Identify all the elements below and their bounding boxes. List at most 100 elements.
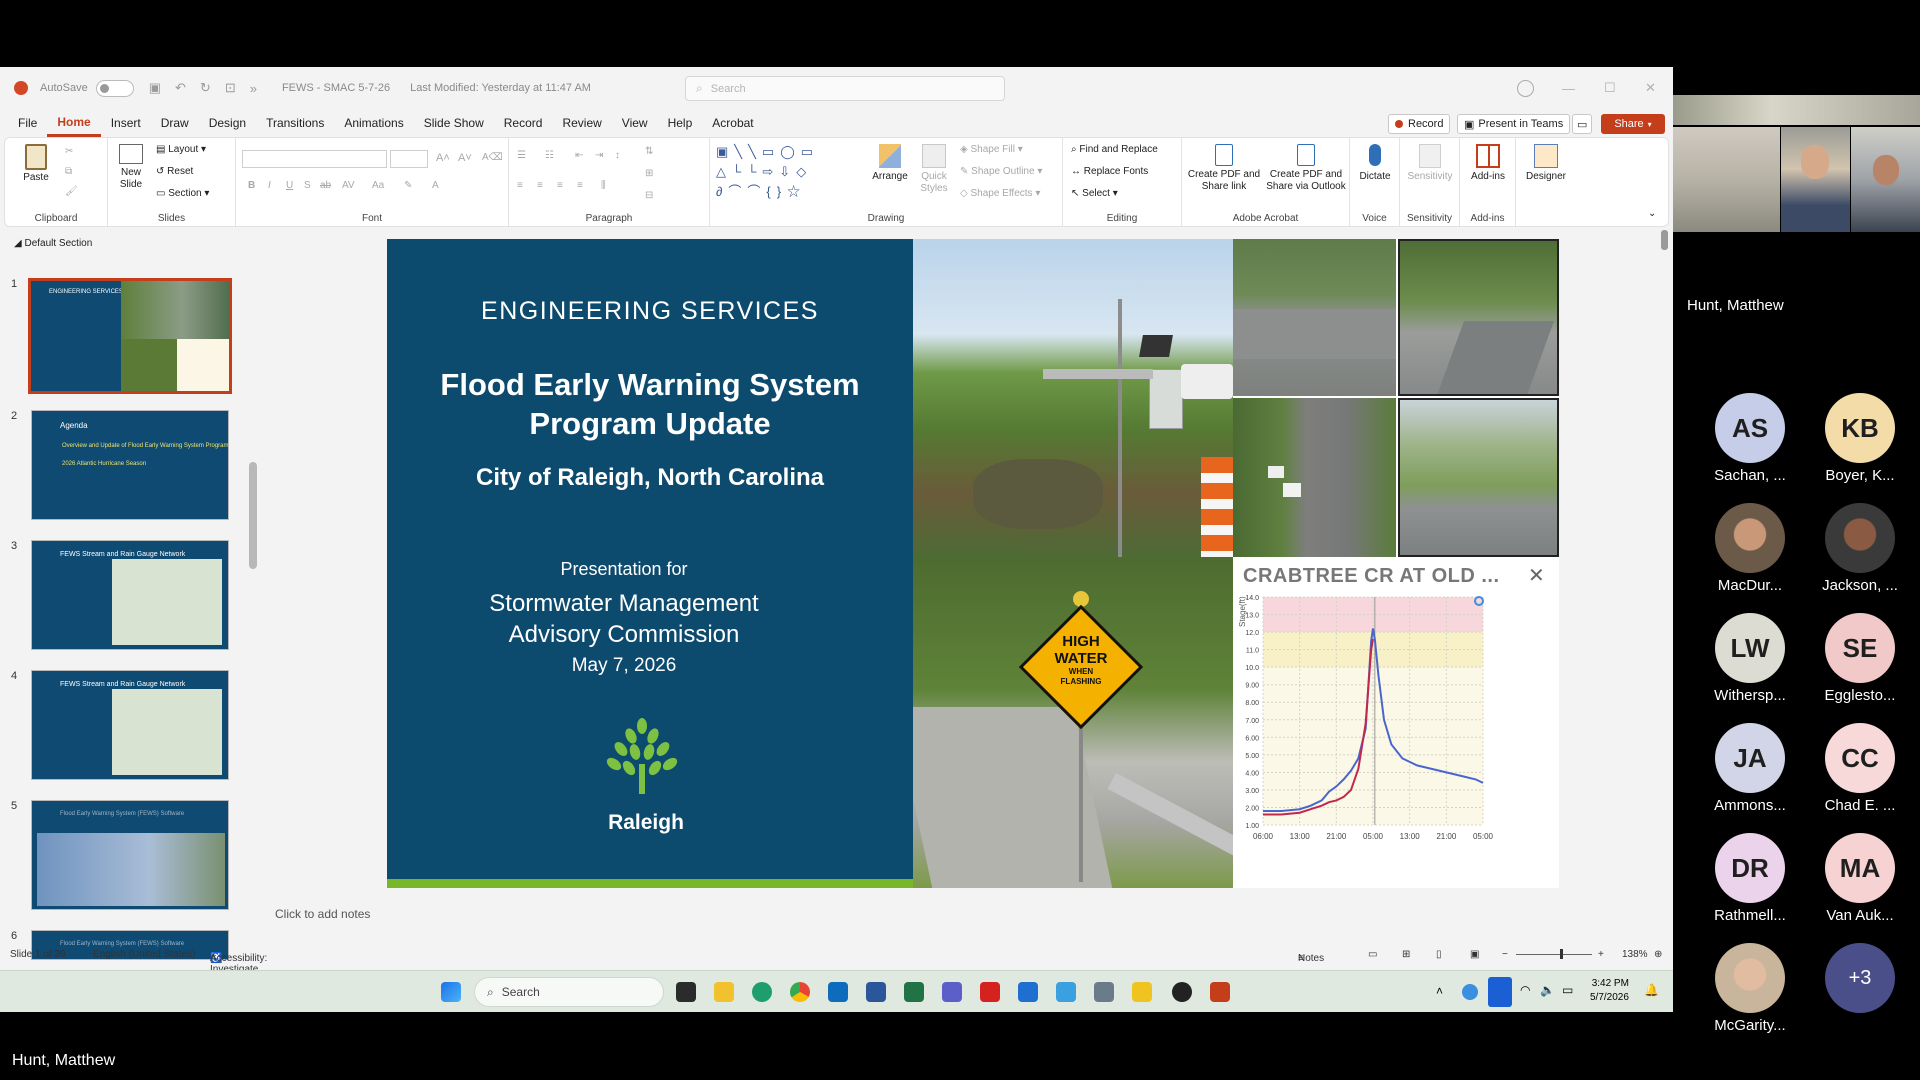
participant-tile[interactable]: MacDur... — [1695, 503, 1805, 594]
chrome-icon[interactable] — [790, 982, 810, 1002]
room-video-left[interactable] — [1673, 127, 1780, 232]
align-left-icon[interactable]: ≡ — [517, 180, 523, 191]
shape-outline-button[interactable]: ✎ Shape Outline ▾ — [960, 166, 1042, 177]
tab-transitions[interactable]: Transitions — [256, 109, 334, 137]
format-painter-icon[interactable]: 🖌 — [65, 186, 78, 197]
minimize-icon[interactable]: — — [1562, 67, 1575, 109]
decrease-font-icon[interactable]: A˅ — [458, 152, 472, 164]
slide-show-icon[interactable]: ▣ — [1470, 949, 1479, 960]
participant-tile[interactable]: MA Van Auk... — [1805, 833, 1915, 924]
battery-icon[interactable]: ▭ — [1562, 983, 1573, 997]
remote-desktop-icon[interactable] — [1018, 982, 1038, 1002]
language-indicator[interactable]: English (United States) — [93, 949, 195, 960]
zoom-thumb[interactable] — [1560, 949, 1563, 959]
shapes-gallery[interactable]: ▣╲╲▭◯▭ △└└⇨⇩◇ ∂⌒⌒{}☆ — [716, 142, 856, 202]
layout-button[interactable]: ▤ Layout ▾ — [156, 144, 206, 155]
align-center-icon[interactable]: ≡ — [537, 180, 543, 191]
tab-design[interactable]: Design — [199, 109, 256, 137]
align-text-icon[interactable]: ⊞ — [645, 168, 653, 179]
line-spacing-icon[interactable]: ↕ — [615, 150, 620, 161]
participant-video-right[interactable] — [1851, 127, 1920, 232]
start-menu-icon[interactable] — [441, 982, 461, 1002]
taskbar-search[interactable]: ⌕ Search — [474, 977, 664, 1007]
justify-icon[interactable]: ≡ — [577, 180, 583, 191]
tab-draw[interactable]: Draw — [151, 109, 199, 137]
notifications-icon[interactable]: 🔔 — [1644, 983, 1659, 997]
font-size-select[interactable] — [390, 150, 428, 168]
record-button[interactable]: Record — [1388, 114, 1451, 134]
slide-thumbnail-1[interactable]: ENGINEERING SERVICES — [28, 278, 232, 394]
volume-icon[interactable]: 🔈 — [1540, 983, 1555, 997]
slide-thumbnail-4[interactable]: FEWS Stream and Rain Gauge Network — [31, 670, 229, 780]
zoom-level[interactable]: 138% — [1622, 949, 1648, 960]
clear-formatting-icon[interactable]: A⌫ — [482, 152, 503, 163]
account-avatar-icon[interactable] — [1517, 80, 1534, 97]
tab-insert[interactable]: Insert — [101, 109, 151, 137]
participant-tile[interactable]: Jackson, ... — [1805, 503, 1915, 594]
tab-help[interactable]: Help — [658, 109, 703, 137]
autosave-toggle[interactable] — [95, 79, 134, 97]
slide-thumbnail-3[interactable]: FEWS Stream and Rain Gauge Network — [31, 540, 229, 650]
font-color-icon[interactable]: A — [432, 180, 439, 191]
teams-icon[interactable] — [942, 982, 962, 1002]
cut-icon[interactable]: ✂ — [65, 146, 73, 157]
smartart-icon[interactable]: ⊟ — [645, 190, 653, 201]
increase-font-icon[interactable]: A˄ — [436, 152, 450, 164]
collapse-ribbon-icon[interactable]: ⌄ — [1648, 208, 1656, 219]
sticky-notes-icon[interactable] — [1132, 982, 1152, 1002]
numbering-icon[interactable]: ☷ — [545, 150, 554, 161]
task-view-icon[interactable] — [676, 982, 696, 1002]
acrobat-icon[interactable] — [980, 982, 1000, 1002]
underline-icon[interactable]: U — [286, 180, 293, 191]
calculator-icon[interactable] — [1094, 982, 1114, 1002]
excel-icon[interactable] — [904, 982, 924, 1002]
shape-fill-button[interactable]: ◈ Shape Fill ▾ — [960, 144, 1023, 155]
comments-button[interactable]: ▭ — [1572, 114, 1593, 134]
zoom-slider[interactable] — [1516, 949, 1592, 959]
participant-tile[interactable]: KB Boyer, K... — [1805, 393, 1915, 484]
copy-icon[interactable]: ⧉ — [65, 166, 72, 177]
chatgpt-icon[interactable] — [1172, 982, 1192, 1002]
addins-button[interactable]: Add-ins — [1464, 144, 1512, 183]
show-hidden-icons[interactable]: ˄ — [1436, 984, 1443, 998]
onedrive-icon[interactable] — [1462, 984, 1478, 1000]
create-pdf-outlook-button[interactable]: Create PDF and Share via Outlook — [1264, 144, 1348, 193]
start-from-beginning-icon[interactable]: ⊡ — [225, 80, 236, 96]
dictate-button[interactable]: Dictate — [1354, 144, 1396, 183]
wifi-icon[interactable]: ◠ — [1520, 983, 1530, 997]
quick-styles-button[interactable]: Quick Styles — [914, 144, 954, 195]
font-name-select[interactable] — [242, 150, 387, 168]
arrange-button[interactable]: Arrange — [870, 144, 910, 183]
tab-review[interactable]: Review — [552, 109, 611, 137]
zoom-out-icon[interactable]: − — [1502, 949, 1508, 960]
undo-icon[interactable]: ↶ — [175, 80, 186, 96]
replace-fonts-button[interactable]: ↔ Replace Fonts — [1071, 166, 1148, 177]
sensitivity-button[interactable]: Sensitivity — [1404, 144, 1456, 183]
new-slide-button[interactable]: New Slide — [114, 144, 148, 191]
highlight-icon[interactable]: ✎ — [404, 180, 412, 191]
italic-icon[interactable]: I — [268, 180, 271, 191]
increase-indent-icon[interactable]: ⇥ — [595, 150, 603, 161]
tab-animations[interactable]: Animations — [334, 109, 413, 137]
close-icon[interactable]: ✕ — [1645, 67, 1656, 109]
word-icon[interactable] — [866, 982, 886, 1002]
decrease-indent-icon[interactable]: ⇤ — [575, 150, 583, 161]
paste-button[interactable]: Paste — [19, 144, 53, 184]
more-participants-button[interactable]: +3 — [1805, 943, 1915, 1013]
tab-view[interactable]: View — [612, 109, 658, 137]
fit-slide-icon[interactable]: ⊕ — [1654, 949, 1662, 960]
edge-icon[interactable] — [752, 982, 772, 1002]
tab-slide-show[interactable]: Slide Show — [414, 109, 494, 137]
designer-button[interactable]: Designer — [1520, 144, 1572, 183]
maximize-icon[interactable]: ☐ — [1604, 67, 1616, 109]
tab-home[interactable]: Home — [47, 109, 101, 137]
slide-thumbnail-2[interactable]: Agenda Overview and Update of Flood Earl… — [31, 410, 229, 520]
change-case-icon[interactable]: Aa — [372, 180, 384, 191]
zoom-in-icon[interactable]: + — [1598, 949, 1604, 960]
bold-icon[interactable]: B — [248, 180, 255, 191]
participant-tile[interactable]: SE Egglesto... — [1805, 613, 1915, 704]
customize-qat-icon[interactable]: » — [250, 81, 257, 96]
notes-pane[interactable]: Click to add notes — [275, 907, 370, 921]
section-header[interactable]: ◢ Default Section — [14, 238, 92, 249]
main-vscroll[interactable] — [1661, 230, 1668, 250]
